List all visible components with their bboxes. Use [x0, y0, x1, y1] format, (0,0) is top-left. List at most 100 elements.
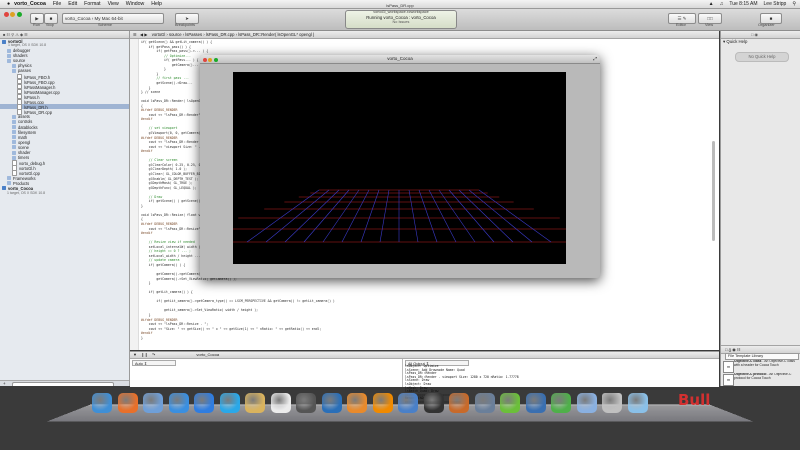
- debug-splitter[interactable]: [402, 359, 403, 387]
- vlc-icon[interactable]: [372, 393, 393, 413]
- scheme-selector[interactable]: vorto_Cocoa › My Mac 64-bit: [62, 13, 164, 24]
- library-template-item[interactable]: m Objective-C protocol - An Objective-C p…: [723, 373, 799, 386]
- folder-icon[interactable]: [627, 393, 648, 413]
- user-name[interactable]: Lee Stripp: [764, 1, 787, 7]
- minimize-window-button[interactable]: [10, 12, 16, 17]
- navigator-filter-input[interactable]: [12, 382, 114, 386]
- chrome-icon[interactable]: [551, 393, 571, 413]
- inspector-tabs[interactable]: □ ◉: [721, 31, 800, 39]
- organizer-label: Organizer: [758, 23, 775, 27]
- skype-icon[interactable]: [219, 393, 240, 413]
- menu-window[interactable]: Window: [126, 1, 144, 7]
- editor-label: Editor: [676, 23, 686, 27]
- editor-scrollbar[interactable]: [712, 41, 716, 341]
- evernote-icon[interactable]: [500, 393, 520, 413]
- folder-icon: [12, 114, 16, 119]
- menu-bar: ● vorto_Cocoa File Edit Format View Wind…: [0, 0, 800, 9]
- code-line: glDepthFunc( GL_LEQUAL );: [141, 185, 197, 190]
- gl-minimize-button[interactable]: [208, 57, 213, 62]
- code-line: if( getCamera() ) {: [141, 262, 186, 267]
- scheme-label: Scheme: [98, 23, 112, 27]
- menu-edit[interactable]: Edit: [68, 1, 77, 7]
- utility-icon[interactable]: [576, 393, 597, 413]
- fullscreen-icon[interactable]: ⤢: [593, 55, 597, 63]
- scrollbar-thumb[interactable]: [712, 141, 715, 241]
- clock[interactable]: Tue 8:15 AM: [729, 1, 757, 7]
- spotlight-icon[interactable]: ⚲: [792, 1, 796, 7]
- step-icon[interactable]: ↷: [152, 352, 155, 357]
- calendar-icon[interactable]: [270, 393, 291, 413]
- close-window-button[interactable]: [4, 12, 9, 17]
- crumb-file[interactable]: lsPass_DR.cpp: [206, 32, 235, 37]
- safari-icon[interactable]: [168, 393, 189, 413]
- menu-app[interactable]: vorto_Cocoa: [14, 1, 46, 7]
- code-line: if( getLit_camera() ) {: [141, 290, 193, 295]
- gl-window-controls: [203, 57, 218, 65]
- related-items-icon[interactable]: ☰: [133, 32, 137, 37]
- stop-label: Stop: [46, 23, 54, 27]
- crumb-symbol[interactable]: lsPass_DR::Render( lsOpenGL* opengl ): [238, 32, 314, 37]
- xcode-icon[interactable]: [398, 393, 418, 413]
- zoom-window-button[interactable]: [16, 12, 22, 17]
- menu-view[interactable]: View: [108, 1, 119, 7]
- library-title: File Template Library: [728, 354, 764, 358]
- xcode-project-icon: [2, 186, 6, 191]
- blender-icon[interactable]: [347, 393, 367, 413]
- folder-icon: [7, 181, 11, 186]
- folder-icon[interactable]: ■ ☷ ⚲ ⚠ ◆ ☰: [3, 32, 28, 37]
- opengl-window[interactable]: vorto_Cocoa ⤢: [200, 55, 600, 278]
- line-gutter[interactable]: [130, 39, 139, 350]
- textwrangler-icon[interactable]: [525, 393, 546, 413]
- debug-scheme-crumb[interactable]: vorto_Cocoa: [196, 352, 219, 357]
- add-icon[interactable]: +: [3, 381, 6, 386]
- final-cut-icon[interactable]: [296, 393, 316, 413]
- app-store-icon[interactable]: [194, 393, 214, 413]
- code-line: getLit_camera()->Set_ViewRatio( width / …: [141, 308, 259, 313]
- xcode-toolbar: ▶ ■ Run Stop vorto_Cocoa › My Mac 64-bit…: [0, 9, 800, 31]
- app-icon[interactable]: [474, 393, 495, 413]
- gl-close-button[interactable]: [203, 57, 207, 62]
- menu-file[interactable]: File: [53, 1, 61, 7]
- folder-icon: [12, 68, 16, 73]
- gl-zoom-button[interactable]: [213, 57, 218, 62]
- utilities-inspector: □ ◉ ▾ Quick Help No Quick Help □ {} ◉ ☷ …: [720, 31, 800, 386]
- library-selector[interactable]: File Template Library: [725, 353, 799, 360]
- photoshop-icon[interactable]: [321, 393, 342, 413]
- activity-viewer: vortoGl_workspace.xcworkspace Running vo…: [345, 10, 457, 29]
- library-tab-icons[interactable]: □ {} ◉ ☷: [725, 347, 741, 352]
- navigator-tabs[interactable]: ■ ☷ ⚲ ⚠ ◆ ☰: [0, 31, 129, 39]
- folder-icon: [12, 135, 16, 140]
- opengl-viewport[interactable]: [233, 72, 566, 264]
- variables-scope-selector[interactable]: Auto ⇕: [132, 360, 176, 366]
- terminal-icon[interactable]: [423, 393, 444, 413]
- trash-icon[interactable]: [602, 393, 622, 413]
- viewport-background: [233, 72, 566, 264]
- crumb-project[interactable]: vortoGl: [152, 32, 166, 37]
- navigator-file[interactable]: 1 target, OS X SDK 10.8: [0, 191, 129, 196]
- menu-help[interactable]: Help: [151, 1, 162, 7]
- debug-area: ▼ ❙❙ ↷ vorto_Cocoa Auto ⇕ All Output ⇕ l…: [130, 351, 719, 404]
- apple-menu-icon[interactable]: ●: [7, 1, 10, 7]
- crumb-passes[interactable]: lsPasses: [185, 32, 202, 37]
- file-inspector-icon[interactable]: □ ◉: [751, 32, 758, 37]
- crumb-source[interactable]: source: [169, 32, 182, 37]
- firefox-icon[interactable]: [117, 393, 138, 413]
- volume-icon[interactable]: ♫: [720, 1, 724, 7]
- hide-debug-icon[interactable]: ▼: [133, 352, 137, 357]
- forward-icon[interactable]: ▶: [144, 32, 147, 37]
- library-template-item[interactable]: m Objective-C class - An Objective-C clas…: [723, 360, 799, 373]
- view-label: View: [705, 23, 714, 27]
- finder-icon[interactable]: [92, 393, 112, 413]
- menu-format[interactable]: Format: [84, 1, 100, 7]
- destination-name: My Mac 64-bit: [94, 16, 123, 21]
- pause-icon[interactable]: ❙❙: [141, 352, 148, 357]
- sketchbook-icon[interactable]: [449, 393, 469, 413]
- folder-icon: [7, 176, 11, 180]
- back-icon[interactable]: ◀: [140, 32, 143, 37]
- opengl-window-titlebar[interactable]: vorto_Cocoa ⤢: [200, 55, 600, 64]
- wifi-icon[interactable]: ▲: [709, 1, 714, 7]
- no-quick-help-badge: No Quick Help: [735, 52, 789, 62]
- mail-icon[interactable]: [143, 393, 163, 413]
- notes-icon[interactable]: [245, 393, 265, 413]
- quick-help-header: ▾ Quick Help: [723, 39, 748, 44]
